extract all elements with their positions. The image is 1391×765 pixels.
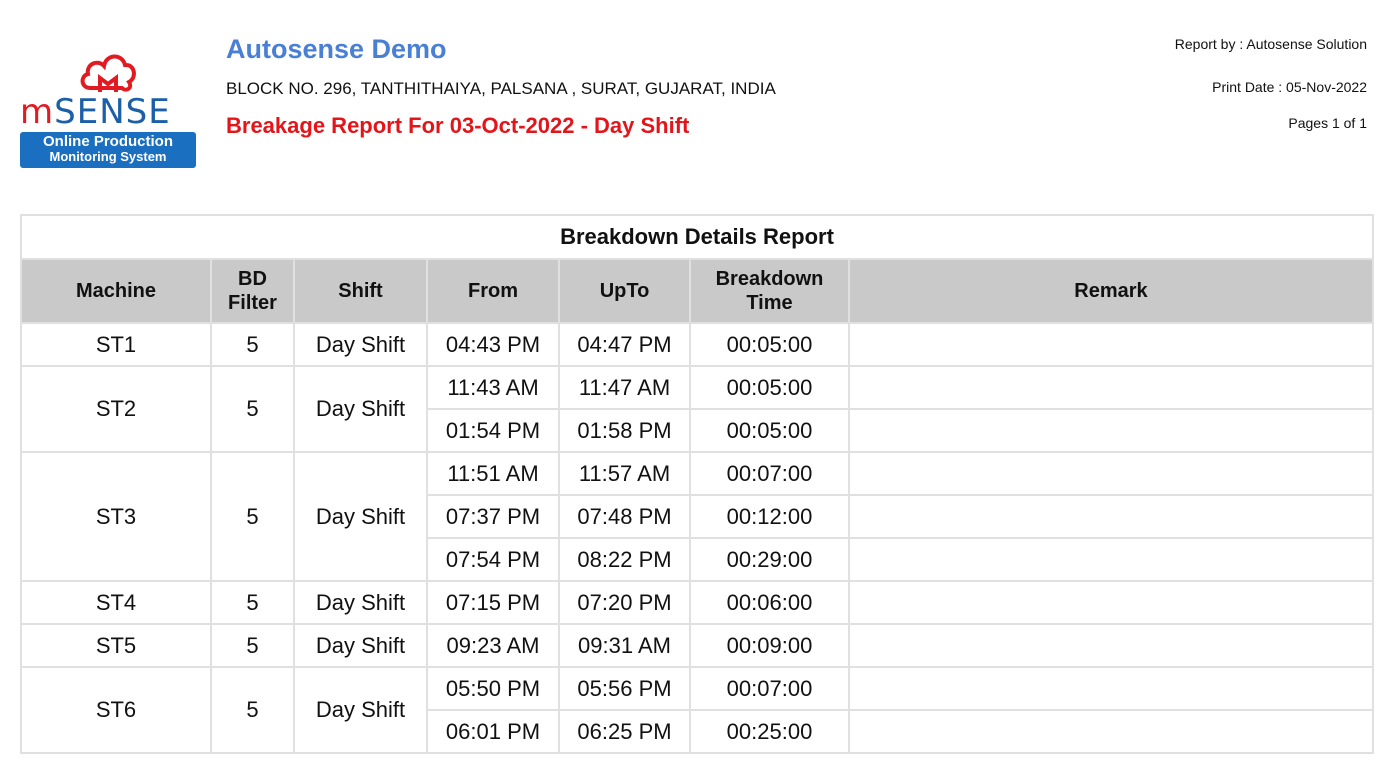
col-header-bd-filter-line2: Filter [228,292,277,314]
cell-from: 05:50 PM [426,666,560,711]
cell-bd-filter: 5 [210,580,295,625]
cell-remark [848,322,1374,367]
cell-from: 11:51 AM [426,451,560,496]
logo-badge-line1: Online Production [43,133,173,150]
cell-upto: 11:57 AM [558,451,691,496]
table-row: ST4 5 Day Shift 07:15 PM 07:20 PM 00:06:… [20,580,1374,625]
cell-bd-filter: 5 [210,666,295,754]
cell-breakdown-time: 00:12:00 [689,494,850,539]
print-date: Print Date : 05-Nov-2022 [1212,79,1367,95]
report-page: mSENSE Online Production Monitoring Syst… [0,0,1391,765]
col-header-remark: Remark [848,258,1374,324]
cell-machine: ST3 [20,451,212,582]
cell-bd-filter: 5 [210,322,295,367]
cell-remark [848,365,1374,410]
cell-upto: 08:22 PM [558,537,691,582]
col-header-upto: UpTo [558,258,691,324]
report-title: Breakage Report For 03-Oct-2022 - Day Sh… [226,113,690,138]
cell-breakdown-time: 00:07:00 [689,451,850,496]
cell-from: 06:01 PM [426,709,560,754]
cell-upto: 09:31 AM [558,623,691,668]
cell-upto: 06:25 PM [558,709,691,754]
company-address: BLOCK NO. 296, TANTHITHAIYA, PALSANA , S… [226,79,776,98]
company-name: Autosense Demo [226,34,447,64]
cell-bd-filter: 5 [210,451,295,582]
cell-shift: Day Shift [293,365,428,453]
cell-machine: ST5 [20,623,212,668]
cell-remark [848,451,1374,496]
table-row: ST3 5 Day Shift 11:51 AM 11:57 AM 00:07:… [20,451,1374,582]
table-row: ST5 5 Day Shift 09:23 AM 09:31 AM 00:09:… [20,623,1374,668]
cell-from: 09:23 AM [426,623,560,668]
logo-word-blue: SENSE [54,92,171,132]
col-header-machine: Machine [20,258,212,324]
cell-breakdown-time: 00:25:00 [689,709,850,754]
cell-remark [848,494,1374,539]
logo-word-red: m [20,92,55,132]
cell-remark [848,623,1374,668]
cell-upto: 05:56 PM [558,666,691,711]
table-row: ST6 5 Day Shift 05:50 PM 05:56 PM 00:07:… [20,666,1374,754]
cell-machine: ST4 [20,580,212,625]
col-header-shift: Shift [293,258,428,324]
cell-shift: Day Shift [293,580,428,625]
cell-bd-filter: 5 [210,365,295,453]
cell-breakdown-time: 00:09:00 [689,623,850,668]
cell-from: 01:54 PM [426,408,560,453]
cell-upto: 07:20 PM [558,580,691,625]
page-count: Pages 1 of 1 [1288,115,1367,131]
col-header-breakdown-time-line2: Time [746,292,793,314]
logo-badge-line2: Monitoring System [49,149,167,164]
logo-badge: Online Production Monitoring System [20,132,196,168]
breakdown-table: Breakdown Details Report Machine BD Filte… [20,214,1374,754]
col-header-bd-filter: BD Filter [210,258,295,324]
cell-from: 07:37 PM [426,494,560,539]
msense-logo: mSENSE Online Production Monitoring Syst… [18,48,198,170]
cell-shift: Day Shift [293,322,428,367]
cell-upto: 04:47 PM [558,322,691,367]
logo-wordmark: mSENSE [20,94,171,130]
cell-shift: Day Shift [293,666,428,754]
cell-from: 07:54 PM [426,537,560,582]
cell-breakdown-time: 00:05:00 [689,322,850,367]
cell-remark [848,666,1374,711]
cell-breakdown-time: 00:05:00 [689,365,850,410]
col-header-breakdown-time: Breakdown Time [689,258,850,324]
cell-shift: Day Shift [293,623,428,668]
cell-machine: ST2 [20,365,212,453]
cell-breakdown-time: 00:07:00 [689,666,850,711]
table-row: ST1 5 Day Shift 04:43 PM 04:47 PM 00:05:… [20,322,1374,367]
cell-upto: 11:47 AM [558,365,691,410]
table-row: ST2 5 Day Shift 11:43 AM 11:47 AM 00:05:… [20,365,1374,453]
col-header-bd-filter-line1: BD [238,268,267,290]
cell-remark [848,537,1374,582]
cell-from: 07:15 PM [426,580,560,625]
cell-upto: 07:48 PM [558,494,691,539]
cell-breakdown-time: 00:05:00 [689,408,850,453]
cell-from: 04:43 PM [426,322,560,367]
table-caption: Breakdown Details Report [20,214,1374,260]
cell-remark [848,709,1374,754]
cell-machine: ST1 [20,322,212,367]
col-header-from: From [426,258,560,324]
cloud-logo-icon [80,54,136,92]
cell-machine: ST6 [20,666,212,754]
cell-upto: 01:58 PM [558,408,691,453]
cell-shift: Day Shift [293,451,428,582]
cell-remark [848,408,1374,453]
cell-breakdown-time: 00:06:00 [689,580,850,625]
report-by: Report by : Autosense Solution [1174,36,1367,52]
cell-bd-filter: 5 [210,623,295,668]
cell-remark [848,580,1374,625]
cell-from: 11:43 AM [426,365,560,410]
cell-breakdown-time: 00:29:00 [689,537,850,582]
col-header-breakdown-time-line1: Breakdown [715,268,824,290]
